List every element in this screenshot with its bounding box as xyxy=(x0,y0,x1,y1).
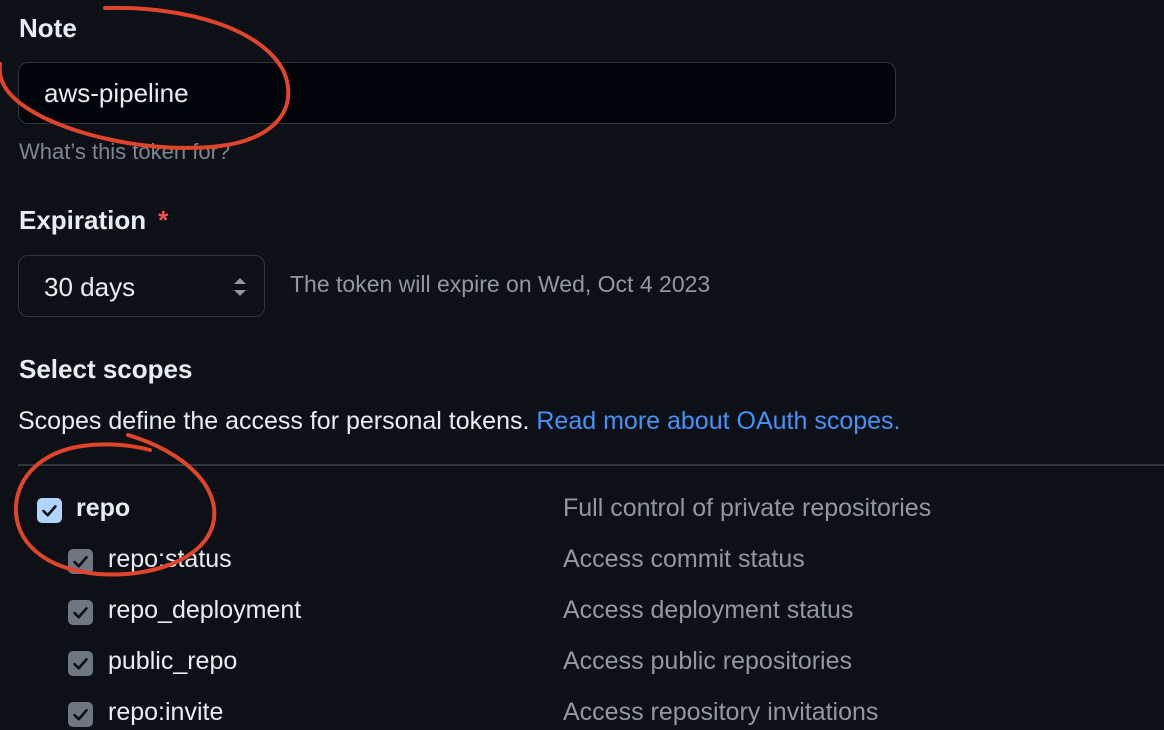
scope-desc-repo-deployment: Access deployment status xyxy=(563,596,854,624)
scope-name-repo-status: repo:status xyxy=(108,545,232,573)
scope-desc-repo-status: Access commit status xyxy=(563,545,805,573)
scope-desc-repo: Full control of private repositories xyxy=(563,494,932,522)
check-icon xyxy=(73,607,88,619)
scope-name-repo: repo xyxy=(76,494,131,522)
scopes-label: Select scopes xyxy=(19,354,193,384)
note-label: Note xyxy=(19,13,77,43)
note-hint: What’s this token for? xyxy=(19,139,231,164)
expiration-label: Expiration * xyxy=(19,205,168,236)
scope-desc-repo-invite: Access repository invitations xyxy=(563,698,879,726)
required-marker: * xyxy=(158,205,169,235)
check-icon xyxy=(73,658,88,670)
expiration-date-text: The token will expire on Wed, Oct 4 2023 xyxy=(290,271,711,297)
repo-deployment-checkbox[interactable] xyxy=(68,600,93,625)
oauth-scopes-link[interactable]: Read more about OAuth scopes. xyxy=(536,407,900,435)
scope-name-repo-invite: repo:invite xyxy=(108,698,224,726)
repo-status-checkbox[interactable] xyxy=(68,549,93,574)
check-icon xyxy=(73,709,88,721)
check-icon xyxy=(42,505,57,517)
expiration-select[interactable]: 30 days xyxy=(18,255,265,317)
public-repo-checkbox[interactable] xyxy=(68,651,93,676)
scope-name-repo-deployment: repo_deployment xyxy=(108,596,302,624)
scope-name-public-repo: public_repo xyxy=(108,647,238,675)
repo-invite-checkbox[interactable] xyxy=(68,702,93,727)
repo-checkbox[interactable] xyxy=(37,498,62,523)
note-input[interactable] xyxy=(18,62,896,124)
scopes-description: Scopes define the access for personal to… xyxy=(18,407,900,436)
token-settings-page: Note What’s this token for? Expiration* … xyxy=(0,0,1164,730)
scopes-description-text: Scopes define the access for personal to… xyxy=(18,407,530,435)
divider xyxy=(18,464,1164,466)
expiration-label-text: Expiration xyxy=(19,205,147,235)
check-icon xyxy=(73,556,88,568)
expiration-selected-value: 30 days xyxy=(44,272,136,302)
scope-desc-public-repo: Access public repositories xyxy=(563,647,853,675)
select-arrows-icon xyxy=(234,278,246,296)
